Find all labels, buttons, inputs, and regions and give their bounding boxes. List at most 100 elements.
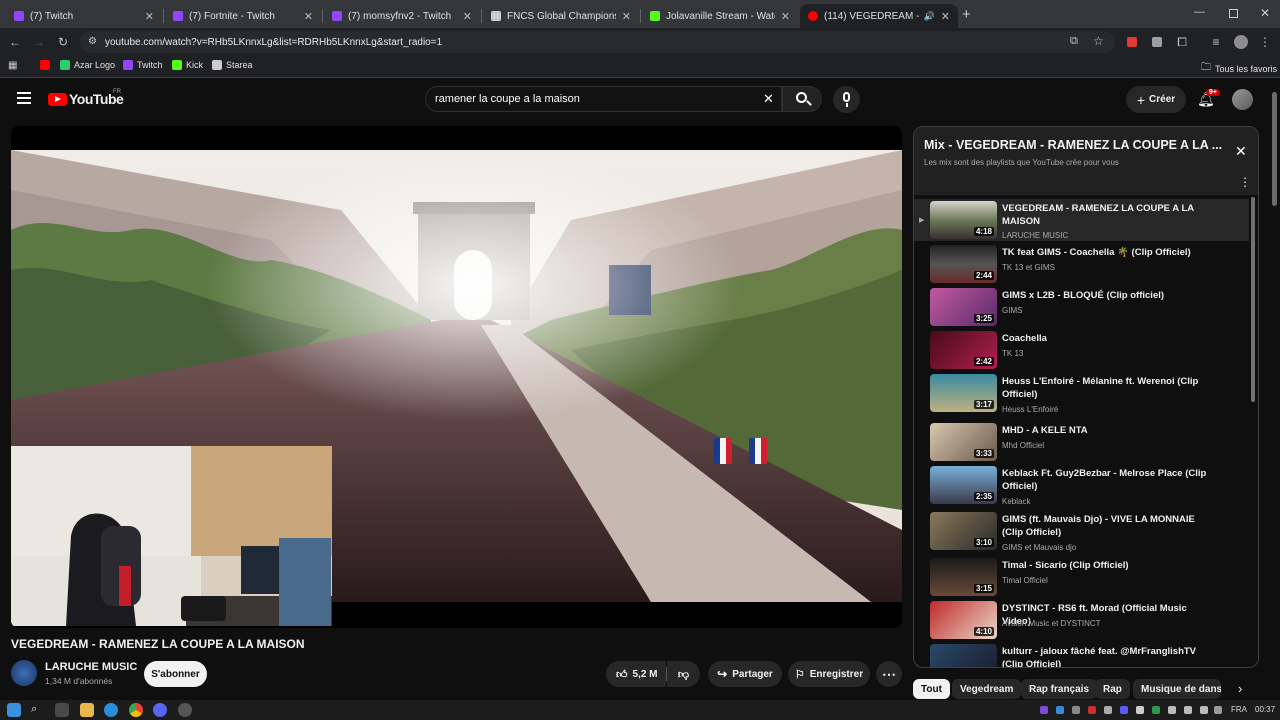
- voice-search-button[interactable]: [833, 86, 860, 113]
- tray-app-icon[interactable]: [1072, 706, 1080, 714]
- microphone-tray-icon[interactable]: [1136, 706, 1144, 714]
- dislike-button[interactable]: 👎︎: [667, 661, 700, 687]
- volume-icon[interactable]: [1184, 706, 1192, 714]
- media-controls-icon[interactable]: ≡: [1209, 35, 1223, 49]
- tray-app-icon[interactable]: [1088, 706, 1096, 714]
- file-explorer-icon[interactable]: [80, 703, 94, 717]
- tray-app-icon[interactable]: [1152, 706, 1160, 714]
- clock[interactable]: 00:37: [1255, 705, 1275, 714]
- extension-grey-icon[interactable]: [1152, 37, 1162, 47]
- app-icon[interactable]: [178, 703, 192, 717]
- chips-next-icon[interactable]: ›: [1238, 681, 1242, 696]
- bookmark-twitch[interactable]: Twitch: [123, 60, 163, 70]
- playlist-item[interactable]: 3:15 Timal - Sicario (Clip Officiel) Tim…: [914, 556, 1249, 598]
- playlist-item[interactable]: 2:44 TK feat GIMS - Coachella 🌴 (Clip Of…: [914, 243, 1249, 285]
- tray-app-icon[interactable]: [1214, 706, 1222, 714]
- chip-vegedream[interactable]: Vegedream: [952, 679, 1022, 699]
- restore-window-icon[interactable]: [1229, 9, 1238, 18]
- new-tab-icon[interactable]: +: [962, 6, 971, 23]
- tray-app-icon[interactable]: [1056, 706, 1064, 714]
- tray-app-icon[interactable]: [1040, 706, 1048, 714]
- channel-avatar[interactable]: [11, 660, 37, 686]
- search-input[interactable]: ramener la coupe a la maison ✕: [425, 86, 782, 112]
- minimize-window-icon[interactable]: —: [1194, 6, 1205, 18]
- bookmark-kick[interactable]: Kick: [172, 60, 203, 70]
- battery-icon[interactable]: [1200, 706, 1208, 714]
- address-bar[interactable]: ⚙ youtube.com/watch?v=RHb5LKnnxLg&list=R…: [80, 31, 1115, 53]
- bookmark-starea[interactable]: Starea: [212, 60, 253, 70]
- playlist-item[interactable]: 3:10 GIMS (ft. Mauvais Djo) - VIVE LA MO…: [914, 510, 1249, 552]
- video-player[interactable]: [11, 126, 902, 628]
- channel-name[interactable]: LARUCHE MUSIC: [45, 661, 137, 673]
- close-tab-icon[interactable]: ✕: [463, 10, 472, 23]
- playlist-item-current[interactable]: ▶ 4:18 VEGEDREAM - RAMENEZ LA COUPE A LA…: [914, 199, 1249, 241]
- bookmark-azar-logo[interactable]: Azar Logo: [60, 60, 115, 70]
- tray-app-icon[interactable]: [1104, 706, 1112, 714]
- save-button[interactable]: ⚐ Enregistrer: [788, 661, 870, 687]
- close-tab-icon[interactable]: ✕: [145, 10, 154, 23]
- discord-icon[interactable]: [153, 703, 167, 717]
- chrome-menu-icon[interactable]: ⋮: [1258, 35, 1272, 49]
- playlist-item[interactable]: 2:42 Coachella TK 13: [914, 329, 1249, 371]
- share-button[interactable]: ↪ Partager: [708, 661, 782, 687]
- extensions-puzzle-icon[interactable]: ⧠: [1175, 35, 1189, 49]
- all-bookmarks-folder[interactable]: 🗀 Tous les favoris: [1201, 60, 1277, 77]
- taskbar-search-icon[interactable]: ⌕: [31, 703, 37, 716]
- create-button[interactable]: + Créer: [1126, 86, 1186, 113]
- forward-icon[interactable]: →: [32, 35, 46, 49]
- apps-grid-icon[interactable]: ▦: [8, 60, 17, 71]
- browser-tab[interactable]: (7) Fortnite - Twitch ✕: [165, 4, 321, 28]
- playlist-item[interactable]: 4:10 DYSTINCT - RS6 ft. Morad (Official …: [914, 599, 1249, 641]
- browser-tab-active[interactable]: (114) VEGEDREAM - RAMEN 🔊 ✕: [800, 4, 958, 28]
- playlist-item[interactable]: 3:17 Heuss L'Enfoiré - Mélanine ft. Were…: [914, 372, 1249, 414]
- chip-rap[interactable]: Rap: [1095, 679, 1130, 699]
- hamburger-menu-icon[interactable]: [17, 92, 31, 104]
- item-channel: GIMS: [1002, 306, 1023, 315]
- youtube-logo-icon[interactable]: [48, 93, 67, 106]
- clear-search-icon[interactable]: ✕: [763, 91, 774, 107]
- task-view-icon[interactable]: [55, 703, 69, 717]
- site-info-icon[interactable]: ⚙: [88, 36, 97, 47]
- close-tab-icon[interactable]: ✕: [622, 10, 631, 23]
- search-button[interactable]: [782, 86, 822, 112]
- reload-icon[interactable]: ↻: [56, 35, 70, 49]
- browser-tab[interactable]: Jolavanille Stream - Watch Live ✕: [642, 4, 798, 28]
- playlist-menu-icon[interactable]: ⋮: [1239, 175, 1251, 189]
- profile-avatar[interactable]: [1234, 35, 1248, 49]
- tray-app-icon[interactable]: [1120, 706, 1128, 714]
- playlist-item[interactable]: 3:25 GIMS x L2B - BLOQUÉ (Clip officiel)…: [914, 286, 1249, 328]
- like-button[interactable]: 👍︎ 5,2 M: [606, 661, 666, 687]
- page-scrollbar[interactable]: [1272, 92, 1277, 206]
- chrome-browser-icon[interactable]: [129, 703, 143, 717]
- chip-tout[interactable]: Tout: [913, 679, 950, 699]
- plus-icon: +: [1136, 91, 1146, 108]
- bookmark-star-icon[interactable]: ☆: [1093, 34, 1104, 48]
- browser-tab[interactable]: (7) momsyfnv2 - Twitch ✕: [324, 4, 480, 28]
- language-indicator[interactable]: FRA: [1231, 705, 1247, 714]
- subscribe-button[interactable]: S'abonner: [144, 661, 207, 687]
- browser-tab[interactable]: (7) Twitch ✕: [6, 4, 162, 28]
- playlist-item[interactable]: kulturr - jaloux fâché feat. @MrFranglis…: [914, 642, 1249, 667]
- close-tab-icon[interactable]: ✕: [781, 10, 790, 23]
- browser-tab[interactable]: FNCS Global Championship La ✕: [483, 4, 639, 28]
- item-thumbnail: 2:35: [930, 466, 997, 504]
- back-icon[interactable]: ←: [8, 35, 22, 49]
- windows-start-icon[interactable]: [7, 703, 21, 717]
- network-icon[interactable]: [1168, 706, 1176, 714]
- playlist-scrollbar[interactable]: [1251, 197, 1255, 402]
- close-tab-icon[interactable]: ✕: [304, 10, 313, 23]
- install-app-icon[interactable]: ⧉: [1070, 35, 1078, 48]
- edge-browser-icon[interactable]: [104, 703, 118, 717]
- playlist-item[interactable]: 2:35 Keblack Ft. Guy2Bezbar - Melrose Pl…: [914, 464, 1249, 506]
- close-window-icon[interactable]: ✕: [1260, 6, 1270, 20]
- close-tab-icon[interactable]: ✕: [941, 10, 950, 23]
- extension-red-icon[interactable]: [1127, 37, 1137, 47]
- playlist-item[interactable]: 3:33 MHD - A KELE NTA Mhd Officiel: [914, 421, 1249, 463]
- chip-musique-de-danse[interactable]: Musique de danse: [1133, 679, 1221, 699]
- close-playlist-icon[interactable]: ✕: [1235, 143, 1247, 160]
- account-avatar[interactable]: [1232, 89, 1253, 110]
- more-actions-button[interactable]: ⋯: [876, 661, 902, 687]
- chip-rap-francais[interactable]: Rap français: [1021, 679, 1098, 699]
- bookmark-youtube[interactable]: [40, 60, 54, 70]
- audio-playing-icon[interactable]: 🔊: [924, 11, 935, 22]
